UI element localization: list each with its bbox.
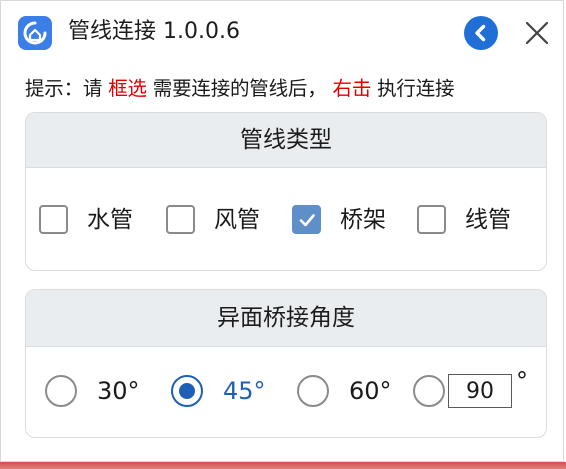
tip-suffix: 执行连接 [371,77,455,100]
degree-unit-label: ° [516,367,528,395]
checkbox-label: 风管 [214,207,260,233]
checkbox-box[interactable] [39,205,68,234]
radio-label: 60° [349,377,392,405]
pipe-type-header: 管线类型 [26,113,546,168]
checkbox-label: 水管 [87,207,133,233]
window-bottom-edge [0,462,566,469]
title-bar[interactable]: 管线连接 1.0.0.6 [1,1,565,65]
tip-text: 提示：请 框选 需要连接的管线后， 右击 执行连接 [25,75,455,103]
chevron-left-icon [475,24,486,42]
tip-prefix: 提示：请 [25,77,109,100]
close-icon [525,21,549,45]
back-button[interactable] [464,16,498,50]
window-title: 管线连接 1.0.0.6 [68,19,240,44]
checkbox-box[interactable] [417,205,446,234]
app-window: 管线连接 1.0.0.6 提示：请 框选 需要连接的管线后， 右击 执行连接 管… [0,0,564,462]
pipe-type-group: 管线类型 水管 风管 桥架 线管 [25,112,547,271]
radio-circle[interactable] [171,375,203,407]
radio-circle[interactable] [45,375,77,407]
close-button[interactable] [519,15,555,51]
radio-label: 30° [97,377,140,405]
checkbox-box[interactable] [166,205,195,234]
radio-label: 45° [223,377,266,405]
tip-highlight-rightclick: 右击 [332,77,372,100]
custom-angle-input[interactable] [448,374,512,408]
radio-circle[interactable] [297,375,329,407]
bridge-angle-group: 异面桥接角度 30° 45° 60° ° [25,289,547,438]
app-logo-icon [18,16,52,50]
tip-middle: 需要连接的管线后， [146,77,327,100]
radio-circle[interactable] [413,375,445,407]
checkbox-label: 线管 [465,207,511,233]
tip-highlight-select: 框选 [108,77,147,100]
checkbox-box[interactable] [292,205,321,234]
checkmark-icon [299,214,315,227]
bridge-angle-header: 异面桥接角度 [26,290,546,347]
checkbox-label: 桥架 [340,207,386,233]
